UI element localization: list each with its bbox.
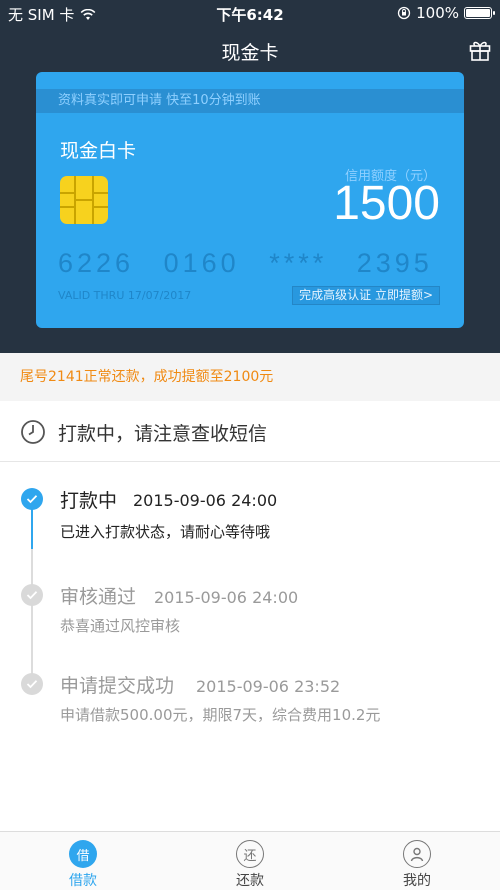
card-number-group: 6226 <box>58 248 135 278</box>
card-area: 资料真实即可申请 快至10分钟到账 现金白卡 信用额度（元） 1500 6226… <box>0 72 500 353</box>
step-description: 恭喜通过风控审核 <box>60 617 181 635</box>
page-title: 现金卡 <box>221 42 279 64</box>
cash-card[interactable]: 资料真实即可申请 快至10分钟到账 现金白卡 信用额度（元） 1500 6226… <box>36 72 464 328</box>
check-icon <box>21 673 43 695</box>
step-time: 2015-09-06 24:00 <box>154 588 299 607</box>
timeline-line <box>31 549 33 687</box>
card-name: 现金白卡 <box>60 140 137 162</box>
tab-label: 借款 <box>69 873 97 889</box>
step-description: 申请借款500.00元，期限7天，综合费用10.2元 <box>60 706 381 724</box>
rotation-lock-icon <box>397 6 411 20</box>
check-icon <box>21 584 43 606</box>
user-icon <box>403 840 431 868</box>
status-bar: 无 SIM 卡 下午6:42 100% <box>0 0 500 26</box>
battery-percent: 100% <box>416 4 459 22</box>
status-text: 打款中，请注意查收短信 <box>58 423 268 445</box>
step-time: 2015-09-06 23:52 <box>196 677 341 696</box>
card-number-group: 2395 <box>356 248 433 278</box>
upgrade-cta-button[interactable]: 完成高级认证 立即提额> <box>292 286 440 305</box>
borrow-icon: 借 <box>69 840 97 868</box>
tab-mine[interactable]: 我的 <box>357 832 477 890</box>
tab-label: 我的 <box>403 873 431 889</box>
gift-icon[interactable] <box>468 38 492 62</box>
step-title: 审核通过 <box>60 586 137 608</box>
repay-icon: 还 <box>236 840 264 868</box>
progress-timeline: 打款中 2015-09-06 24:00 已进入打款状态，请耐心等待哦 审核通过… <box>0 463 500 831</box>
clock-icon <box>21 420 45 444</box>
check-icon <box>21 488 43 510</box>
repayment-notice: 尾号2141正常还款，成功提额至2100元 <box>0 353 500 401</box>
tab-bar: 借 借款 还 还款 我的 <box>0 831 500 890</box>
battery-icon <box>464 7 495 19</box>
nav-bar: 现金卡 <box>0 26 500 72</box>
step-time: 2015-09-06 24:00 <box>133 491 278 510</box>
card-number-group: **** <box>269 248 328 278</box>
valid-thru: VALID THRU 17/07/2017 <box>58 289 192 302</box>
step-description: 已进入打款状态，请耐心等待哦 <box>60 523 271 541</box>
step-title: 申请提交成功 <box>60 675 175 697</box>
credit-limit: 1500 <box>333 177 440 230</box>
tab-borrow[interactable]: 借 借款 <box>23 832 143 890</box>
chip-icon <box>60 176 108 224</box>
loan-status-row: 打款中，请注意查收短信 <box>0 402 500 462</box>
tab-repay[interactable]: 还 还款 <box>190 832 310 890</box>
tab-label: 还款 <box>236 873 264 889</box>
card-number: 6226 0160 **** 2395 <box>58 248 433 279</box>
step-title: 打款中 <box>60 490 118 512</box>
card-number-group: 0160 <box>163 248 240 278</box>
card-banner: 资料真实即可申请 快至10分钟到账 <box>36 89 464 113</box>
